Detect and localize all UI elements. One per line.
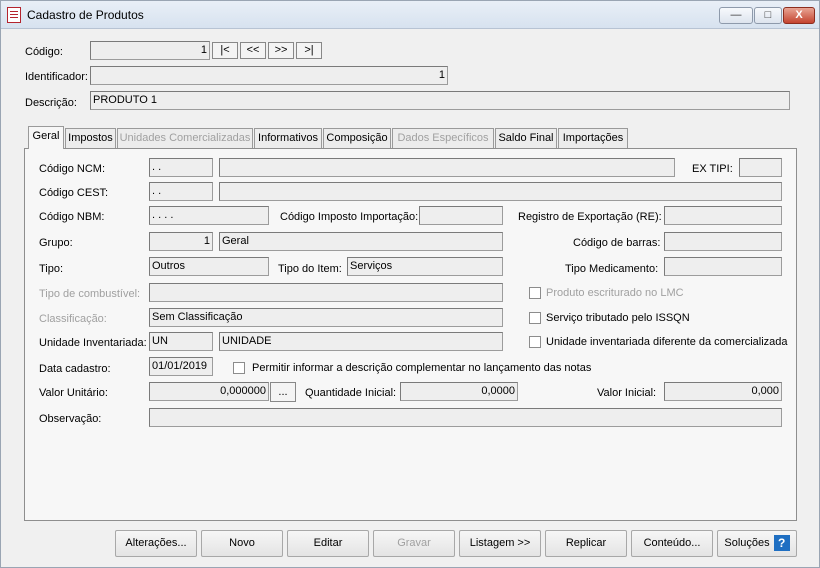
tipo-item-select[interactable]: Serviços [347, 257, 503, 276]
ncm-label: Código NCM: [39, 163, 106, 175]
alteracoes-button[interactable]: Alterações... [115, 530, 197, 557]
previous-record-button[interactable]: << [240, 42, 266, 59]
grupo-code-field[interactable]: 1 [149, 232, 213, 251]
imposto-importacao-field[interactable] [419, 206, 503, 225]
tab-dados-especificos: Dados Específicos [392, 128, 494, 149]
valor-unitario-lookup-button[interactable]: ... [270, 382, 296, 402]
unidade-code-field[interactable]: UN [149, 332, 213, 351]
help-icon: ? [773, 535, 790, 552]
identificador-field: 1 [90, 66, 448, 85]
next-record-button[interactable]: >> [268, 42, 294, 59]
imposto-importacao-label: Código Imposto Importação: [280, 211, 419, 223]
maximize-button[interactable]: □ [754, 7, 782, 24]
tipo-select[interactable]: Outros [149, 257, 269, 276]
registro-exportacao-field[interactable] [664, 206, 782, 225]
minimize-button[interactable]: — [719, 7, 753, 24]
ex-tipi-field[interactable] [739, 158, 782, 177]
last-record-button[interactable]: >| [296, 42, 322, 59]
gravar-button: Gravar [373, 530, 455, 557]
tipo-medicamento-label: Tipo Medicamento: [565, 263, 659, 275]
tipo-combustivel-label: Tipo de combustível: [39, 288, 141, 300]
classificacao-label: Classificação: [39, 313, 107, 325]
window-title: Cadastro de Produtos [27, 8, 144, 22]
produto-lmc-checkbox [529, 287, 541, 299]
valor-unitario-label: Valor Unitário: [39, 387, 108, 399]
unidade-inventariada-label: Unidade Inventariada: [39, 337, 147, 349]
registro-exportacao-label: Registro de Exportação (RE): [518, 211, 662, 223]
ncm-field[interactable]: . . [149, 158, 213, 177]
cest-field[interactable]: . . [149, 182, 213, 201]
first-record-button[interactable]: |< [212, 42, 238, 59]
grupo-label: Grupo: [39, 237, 73, 249]
editar-button[interactable]: Editar [287, 530, 369, 557]
replicar-button[interactable]: Replicar [545, 530, 627, 557]
document-icon [7, 7, 21, 23]
classificacao-field: Sem Classificação [149, 308, 503, 327]
novo-button[interactable]: Novo [201, 530, 283, 557]
tipo-combustivel-field [149, 283, 503, 302]
valor-inicial-field[interactable]: 0,000 [664, 382, 782, 401]
codigo-barras-label: Código de barras: [573, 237, 661, 249]
descricao-label: Descrição: [25, 97, 77, 109]
cest-label: Código CEST: [39, 187, 109, 199]
nbm-field[interactable]: . . . . [149, 206, 269, 225]
servico-issqn-checkbox[interactable] [529, 312, 541, 324]
listagem-button[interactable]: Listagem >> [459, 530, 541, 557]
quantidade-inicial-label: Quantidade Inicial: [305, 387, 397, 399]
tipo-medicamento-select[interactable] [664, 257, 782, 276]
title-bar: Cadastro de Produtos — □ X [1, 1, 819, 29]
unidade-name-field: UNIDADE [219, 332, 503, 351]
tipo-item-label: Tipo do Item: [278, 263, 342, 275]
produto-lmc-label: Produto escriturado no LMC [546, 287, 684, 299]
tab-impostos[interactable]: Impostos [65, 128, 116, 149]
observacao-label: Observação: [39, 413, 102, 425]
descricao-field[interactable]: PRODUTO 1 [90, 91, 790, 110]
observacao-field[interactable] [149, 408, 782, 427]
product-window: Cadastro de Produtos — □ X Código: 1 |< … [0, 0, 820, 568]
codigo-field[interactable]: 1 [90, 41, 210, 60]
unidade-diferente-label: Unidade inventariada diferente da comerc… [546, 336, 788, 348]
tab-geral[interactable]: Geral [28, 126, 64, 149]
tab-composicao[interactable]: Composição [323, 128, 391, 149]
solucoes-label: Soluções [724, 537, 770, 549]
ncm-description-field [219, 158, 675, 177]
nbm-label: Código NBM: [39, 211, 105, 223]
cest-description-field [219, 182, 782, 201]
solucoes-button[interactable]: Soluções? [717, 530, 797, 557]
quantidade-inicial-field[interactable]: 0,0000 [400, 382, 518, 401]
permitir-descricao-checkbox[interactable] [233, 362, 245, 374]
ex-tipi-label: EX TIPI: [692, 163, 733, 175]
tab-informativos[interactable]: Informativos [254, 128, 322, 149]
unidade-diferente-checkbox[interactable] [529, 336, 541, 348]
valor-inicial-label: Valor Inicial: [597, 387, 657, 399]
tab-unidades-comercializadas: Unidades Comercializadas [117, 128, 253, 149]
conteudo-button[interactable]: Conteúdo... [631, 530, 713, 557]
tab-saldo-final[interactable]: Saldo Final [495, 128, 557, 149]
codigo-barras-field[interactable] [664, 232, 782, 251]
identificador-label: Identificador: [25, 71, 88, 83]
grupo-name-field: Geral [219, 232, 503, 251]
servico-issqn-label: Serviço tributado pelo ISSQN [546, 312, 690, 324]
permitir-descricao-label: Permitir informar a descrição complement… [252, 362, 592, 374]
tab-importacoes[interactable]: Importações [558, 128, 628, 149]
codigo-label: Código: [25, 46, 63, 58]
data-cadastro-label: Data cadastro: [39, 363, 111, 375]
close-button[interactable]: X [783, 7, 815, 24]
valor-unitario-field[interactable]: 0,000000 [149, 382, 269, 401]
tipo-label: Tipo: [39, 263, 64, 275]
data-cadastro-field[interactable]: 01/01/2019 [149, 357, 213, 376]
